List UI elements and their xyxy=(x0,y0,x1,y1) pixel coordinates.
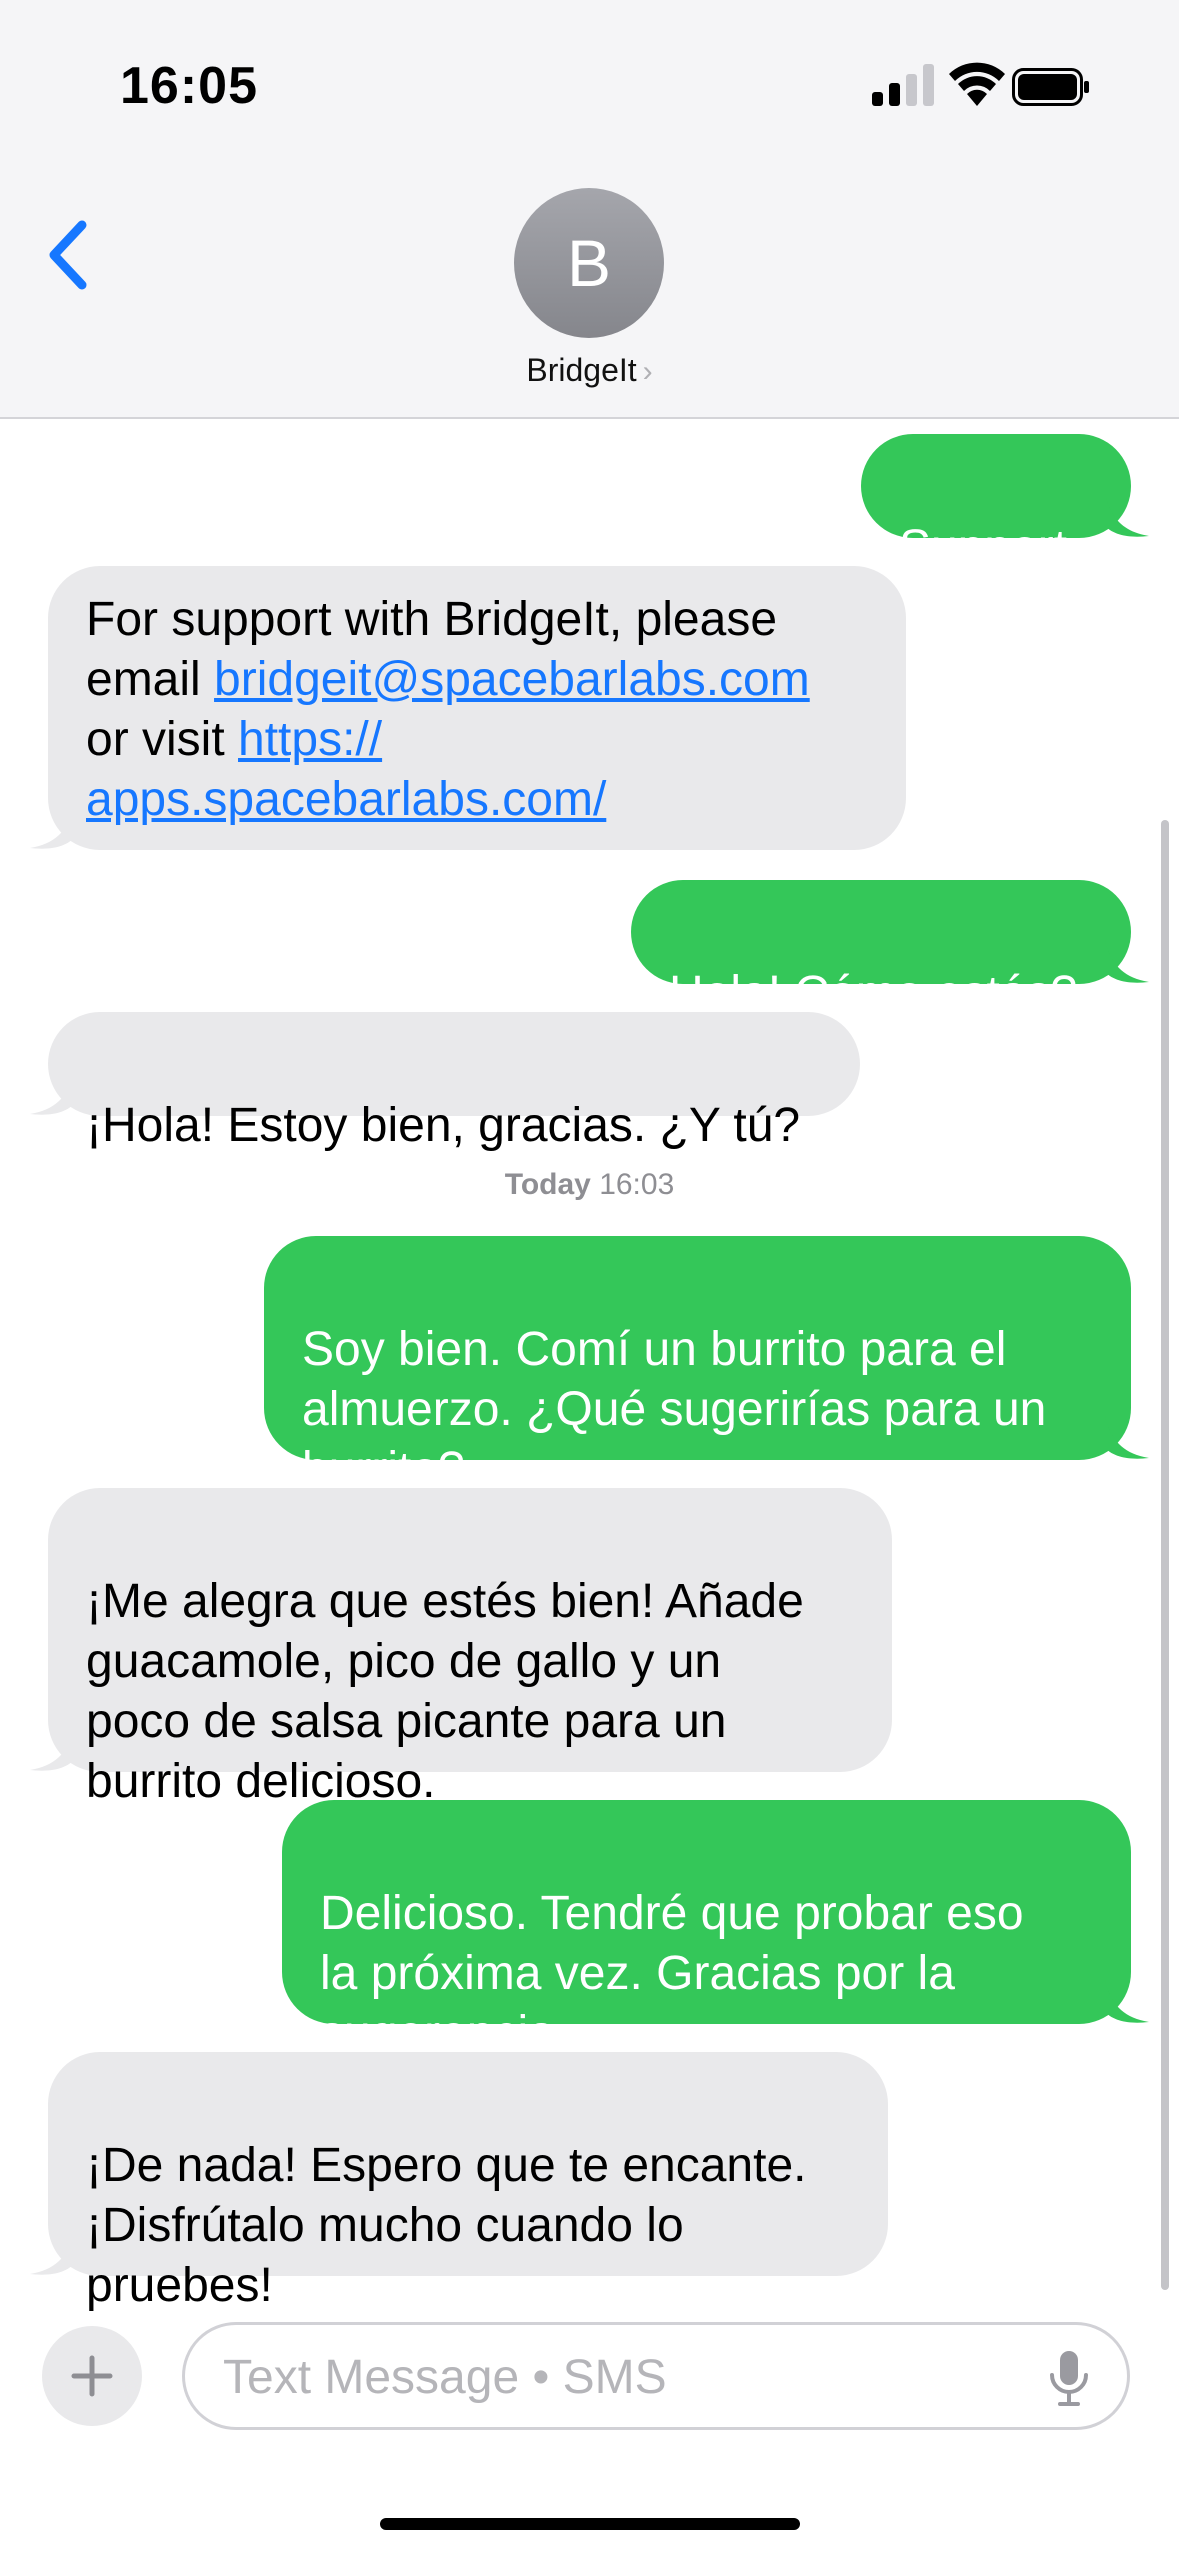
contact-name: BridgeIt xyxy=(526,352,637,388)
message-bubble-outgoing[interactable]: Soy bien. Comí un burrito para el almuer… xyxy=(264,1236,1149,1496)
email-link[interactable]: bridgeit@spacebarlabs.com xyxy=(214,653,810,706)
back-button[interactable] xyxy=(40,215,100,295)
message-text: Delicioso. Tendré que probar eso la próx… xyxy=(320,1887,1024,2060)
message-text: Support xyxy=(899,521,1068,574)
message-thread[interactable]: Support For support with BridgeIt, pleas… xyxy=(0,420,1179,2312)
bubble-tail xyxy=(30,806,74,849)
chevron-right-icon: › xyxy=(642,355,653,388)
message-bubble-incoming[interactable]: ¡Me alegra que estés bien! Añade guacamo… xyxy=(30,1488,892,1808)
scrollbar[interactable] xyxy=(1161,820,1169,2290)
bubble-tail xyxy=(1105,1980,1149,2023)
message-text: ¡De nada! Espero que te encante. ¡Disfrú… xyxy=(86,2139,807,2312)
message-text: or visit xyxy=(86,713,239,766)
message-text: Soy bien. Comí un burrito para el almuer… xyxy=(302,1323,1047,1496)
status-bar: 16:05 xyxy=(0,0,1179,170)
plus-icon xyxy=(71,2355,113,2397)
avatar-initial: B xyxy=(566,226,612,300)
contact-name-button[interactable]: BridgeIt › xyxy=(0,352,1179,389)
message-bubble-incoming[interactable]: ¡Hola! Estoy bien, gracias. ¿Y tú? xyxy=(30,1012,860,1152)
message-input[interactable] xyxy=(221,2325,1025,2429)
cellular-signal-icon xyxy=(872,64,934,106)
message-text: ¡Hola! Estoy bien, gracias. ¿Y tú? xyxy=(86,1099,801,1152)
bubble-tail xyxy=(30,1728,74,1771)
bubble-tail xyxy=(30,2232,74,2275)
home-indicator[interactable] xyxy=(380,2518,800,2530)
wifi-icon xyxy=(949,62,1005,106)
status-time: 16:05 xyxy=(120,57,258,115)
bubble-tail xyxy=(1105,940,1149,983)
conversation-header: 16:05 B BridgeIt › xyxy=(0,0,1179,419)
contact-avatar[interactable]: B xyxy=(514,188,664,338)
message-bubble-incoming[interactable]: ¡De nada! Espero que te encante. ¡Disfrú… xyxy=(30,2052,888,2312)
message-text: ¡Me alegra que estés bien! Añade guacamo… xyxy=(86,1575,804,1808)
message-bubble-outgoing[interactable]: Hola! Cómo estás? xyxy=(631,880,1149,1020)
bubble-tail xyxy=(1105,494,1149,537)
message-bubble-outgoing[interactable]: Delicioso. Tendré que probar eso la próx… xyxy=(282,1800,1149,2060)
message-bubble-incoming[interactable]: For support with BridgeIt, please email … xyxy=(30,566,906,850)
message-timestamp: Today 16:03 xyxy=(504,1168,675,1201)
bubble-tail xyxy=(30,1072,74,1115)
add-attachment-button[interactable] xyxy=(42,2326,142,2426)
battery-icon xyxy=(1012,68,1089,106)
microphone-icon[interactable] xyxy=(1049,2351,1089,2407)
bubble-tail xyxy=(1105,1416,1149,1459)
message-bubble-outgoing[interactable]: Support xyxy=(861,434,1149,574)
message-composer[interactable] xyxy=(182,2322,1130,2430)
